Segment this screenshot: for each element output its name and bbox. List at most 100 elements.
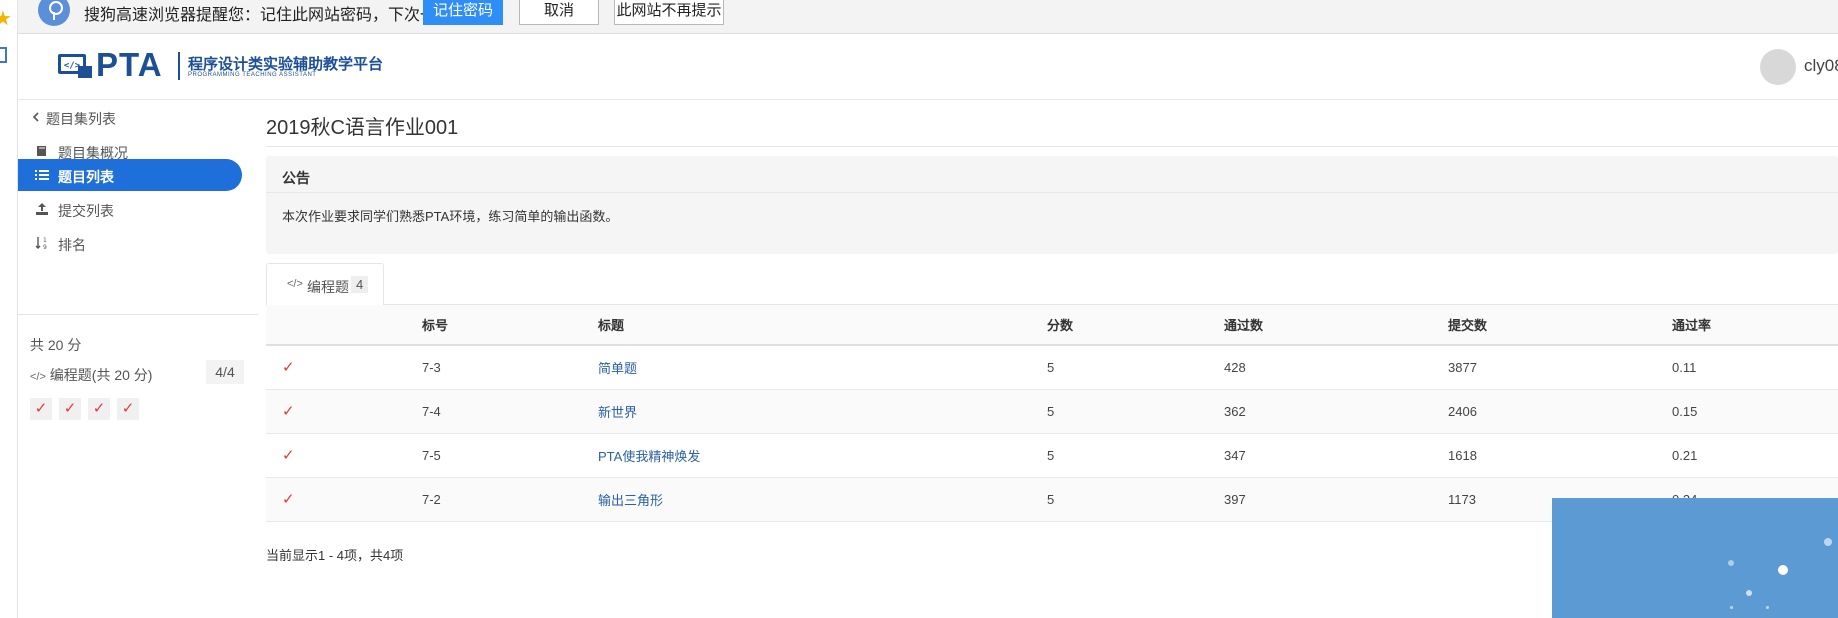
pass-rate: 0.21	[1672, 433, 1838, 478]
tab-programming[interactable]: </> 编程题 4	[266, 263, 384, 306]
category-score[interactable]: </> 编程题(共 20 分)	[30, 365, 152, 385]
check-icon[interactable]: ✓	[117, 398, 139, 420]
panel-icon[interactable]	[0, 47, 7, 63]
logo-subtitle-en: PROGRAMMING TEACHING ASSISTANT	[188, 72, 317, 78]
decorative-dot	[1746, 590, 1752, 596]
remember-password-button[interactable]: 记住密码	[423, 0, 503, 25]
pta-logo-icon[interactable]: </>	[58, 52, 92, 80]
pagination-info: 当前显示1 - 4项，共4项	[266, 548, 404, 563]
sidebar-item-submissions[interactable]: 提交列表	[18, 193, 242, 225]
sidebar-back-label: 题目集列表	[46, 111, 116, 127]
decorative-dot	[1728, 560, 1734, 566]
problem-number: 7-5	[422, 433, 598, 478]
table-header-row: 标号 标题 分数 通过数 提交数 通过率	[266, 305, 1838, 346]
title-divider	[266, 146, 1838, 147]
tab-label: 编程题	[307, 279, 349, 295]
password-save-bar: 搜狗高速浏览器提醒您：记住此网站密码，下次一键登录！ 记住密码 取消 此网站不再…	[18, 0, 1838, 34]
problem-title-link[interactable]: PTA使我精神焕发	[598, 449, 700, 464]
decorative-dot	[1766, 606, 1769, 609]
sidebar-item-ranking[interactable]: 1 9 排名	[18, 227, 242, 259]
sort-icon: 1 9	[35, 237, 47, 251]
check-icon[interactable]: ✓	[59, 398, 81, 420]
tab-count: 4	[351, 276, 369, 293]
check-icon[interactable]: ✓	[30, 398, 52, 420]
check-icon[interactable]: ✓	[88, 398, 110, 420]
problem-table: 标号 标题 分数 通过数 提交数 通过率 ✓ 7-3 简单题 5 428 387…	[266, 305, 1838, 522]
problem-score: 5	[1047, 345, 1224, 390]
decorative-dot	[1778, 565, 1788, 575]
submit-count: 1618	[1448, 433, 1672, 478]
key-icon	[38, 0, 70, 26]
never-remind-button[interactable]: 此网站不再提示	[614, 0, 724, 25]
sidebar-item-label: 提交列表	[58, 203, 114, 219]
book-icon	[37, 146, 46, 156]
page-title: 2019秋C语言作业001	[266, 117, 459, 139]
problem-number: 7-4	[422, 389, 598, 434]
pass-rate: 0.15	[1672, 389, 1838, 434]
notice-panel: 公告 本次作业要求同学们熟悉PTA环境，练习简单的输出函数。	[266, 156, 1838, 254]
sidebar: 题目集列表 题目集概况 题目列表 提交列表 1 9 排名 共 20 分 </> …	[18, 101, 258, 618]
logo-divider	[178, 52, 180, 80]
svg-text:1: 1	[43, 237, 47, 244]
pass-rate: 0.11	[1672, 345, 1838, 390]
problem-status-list: ✓ ✓ ✓ ✓	[30, 398, 146, 420]
check-icon: ✓	[266, 433, 422, 478]
table-row[interactable]: ✓ 7-4 新世界 5 362 2406 0.15	[266, 389, 1838, 434]
notice-body: 本次作业要求同学们熟悉PTA环境，练习简单的输出函数。	[282, 209, 619, 224]
column-header[interactable]: 标题	[598, 305, 1047, 346]
floating-widget[interactable]	[1552, 498, 1838, 618]
notice-header: 公告	[282, 170, 310, 186]
decorative-dot	[1824, 538, 1832, 546]
sidebar-back-link[interactable]: 题目集列表	[18, 101, 242, 133]
problem-number: 7-2	[422, 477, 598, 522]
problem-number: 7-3	[422, 345, 598, 390]
code-icon: </>	[30, 371, 46, 383]
logo-text[interactable]: PTA	[96, 46, 163, 84]
pass-count: 347	[1224, 433, 1448, 478]
column-header[interactable]: 提交数	[1448, 305, 1672, 346]
problem-title-link[interactable]: 输出三角形	[598, 493, 663, 508]
tab-bar: </> 编程题 4	[266, 263, 1838, 306]
check-icon: ✓	[266, 389, 422, 434]
check-icon: ✓	[266, 477, 422, 522]
problem-score: 5	[1047, 477, 1224, 522]
cancel-button[interactable]: 取消	[519, 0, 599, 25]
code-icon: </>	[287, 278, 303, 290]
problem-title-link[interactable]: 简单题	[598, 361, 637, 376]
total-score: 共 20 分	[30, 337, 82, 353]
column-header[interactable]: 通过数	[1224, 305, 1448, 346]
avatar[interactable]	[1760, 49, 1796, 85]
check-icon: ✓	[266, 345, 422, 390]
logo-subtitle: 程序设计类实验辅助教学平台	[188, 56, 384, 73]
submit-count: 2406	[1448, 389, 1672, 434]
table-row[interactable]: ✓ 7-5 PTA使我精神焕发 5 347 1618 0.21	[266, 433, 1838, 478]
star-icon[interactable]: ★	[0, 6, 12, 31]
submit-count: 3877	[1448, 345, 1672, 390]
column-header[interactable]: 标号	[422, 305, 598, 346]
notice-divider	[266, 192, 1838, 193]
category-progress: 4/4	[206, 360, 244, 384]
pass-count: 362	[1224, 389, 1448, 434]
left-edge-strip: ★	[0, 0, 18, 618]
column-header	[266, 305, 422, 346]
table-row[interactable]: ✓ 7-3 简单题 5 428 3877 0.11	[266, 345, 1838, 390]
pass-count: 428	[1224, 345, 1448, 390]
list-icon	[35, 170, 49, 180]
category-label: 编程题(共 20 分)	[49, 367, 153, 383]
pass-count: 397	[1224, 477, 1448, 522]
sidebar-divider	[18, 314, 258, 315]
column-header[interactable]: 分数	[1047, 305, 1224, 346]
sidebar-item-problems[interactable]: 题目列表	[18, 159, 242, 191]
upload-icon	[36, 203, 48, 215]
problem-score: 5	[1047, 433, 1224, 478]
svg-text:9: 9	[43, 244, 47, 251]
decorative-dot	[1730, 606, 1733, 609]
problem-score: 5	[1047, 389, 1224, 434]
sidebar-item-label: 排名	[58, 237, 86, 253]
sidebar-item-label: 题目列表	[58, 169, 114, 185]
site-header: </> PTA 程序设计类实验辅助教学平台 PROGRAMMING TEACHI…	[18, 34, 1838, 100]
chevron-left-icon	[32, 112, 39, 122]
column-header[interactable]: 通过率	[1672, 305, 1838, 346]
problem-title-link[interactable]: 新世界	[598, 405, 637, 420]
username[interactable]: cly08	[1804, 56, 1838, 76]
